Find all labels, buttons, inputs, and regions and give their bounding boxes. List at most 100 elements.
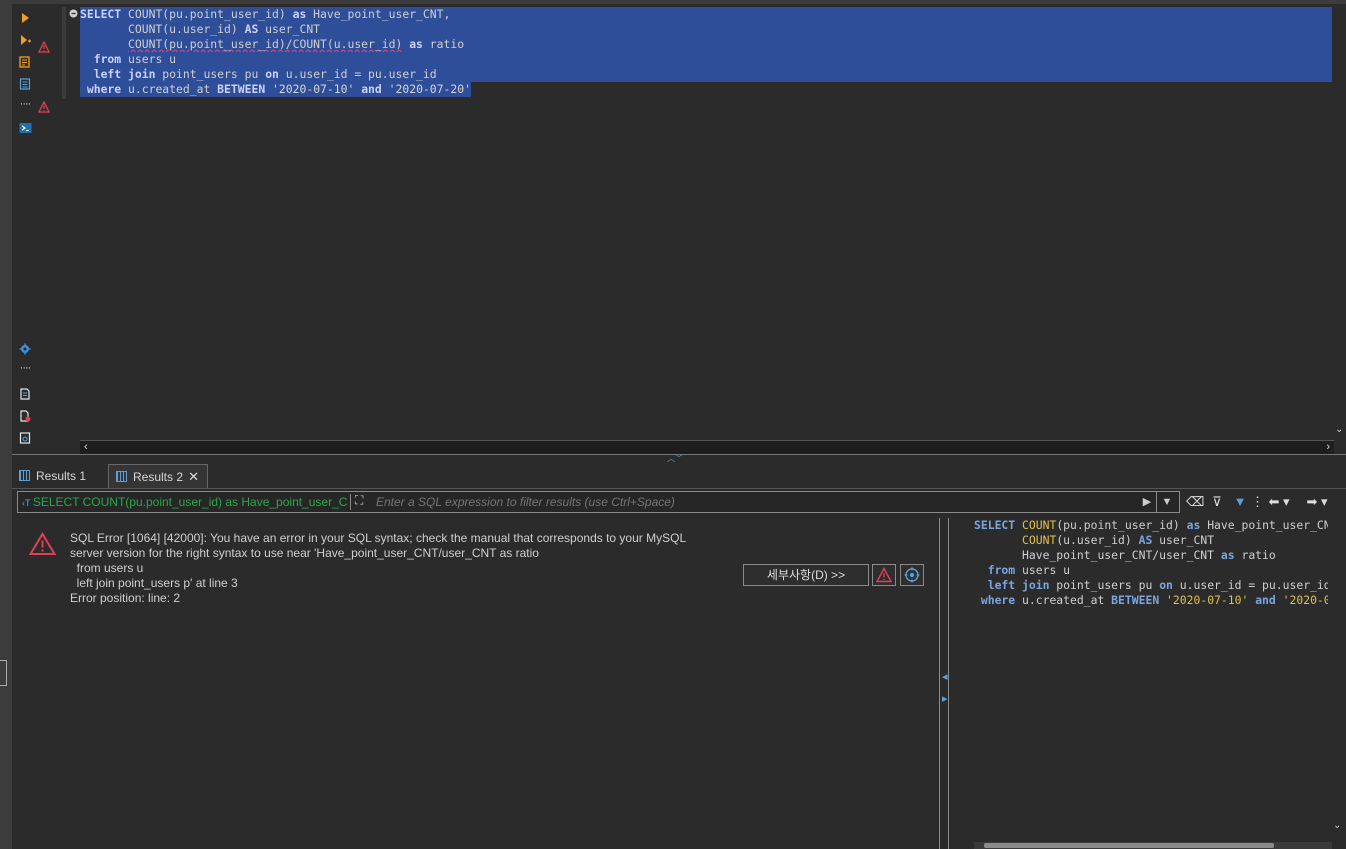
change-ruler [62, 7, 66, 99]
scroll-down-icon[interactable]: ⌄ [1333, 820, 1341, 831]
code-area[interactable]: SELECT COUNT(pu.point_user_id) as Have_p… [80, 7, 1334, 437]
results-panel: Results 1 Results 2 ✕ ‹T SELECT COUNT(pu… [12, 462, 1346, 849]
code-token: on [1159, 578, 1173, 592]
more-vertical-icon[interactable]: ⋮ [1251, 493, 1264, 511]
error-icon [29, 532, 56, 555]
code-line: SELECT COUNT(pu.point_user_id) as Have_p… [80, 7, 1332, 22]
code-line: left join point_users pu on u.user_id = … [974, 578, 1328, 593]
close-icon[interactable]: ✕ [188, 465, 199, 489]
code-line: COUNT(pu.point_user_id)/COUNT(u.user_id)… [80, 37, 1332, 52]
code-token: '2020-07-10' [1166, 593, 1249, 607]
error-panel: SQL Error [1064] [42000]: You have an er… [12, 518, 940, 849]
code-token: '2020-07-20' [388, 82, 471, 96]
code-token: '2020-07-10' [272, 82, 355, 96]
grid-icon [116, 471, 127, 482]
error-message-line: left join point_users p' at line 3 [70, 576, 238, 590]
forward-icon[interactable]: ➡ ▾ [1302, 493, 1332, 511]
code-token: ratio [422, 37, 465, 51]
settings-icon[interactable] [19, 343, 31, 355]
editor-vertical-scrollbar[interactable]: ⌄ [1334, 4, 1346, 442]
filter-query-text: SELECT COUNT(pu.point_user_id) as Have_p… [32, 495, 348, 509]
tab-label: Results 1 [36, 469, 87, 483]
filter-expand[interactable]: ⛶ [350, 493, 371, 510]
tab-results-1[interactable]: Results 1 [12, 464, 107, 488]
more-dots-icon[interactable]: ···· [17, 362, 33, 374]
run-script-icon[interactable] [19, 34, 31, 46]
code-token: where [86, 82, 122, 96]
collapse-right-icon[interactable]: ▸ [942, 692, 948, 706]
filter-clear-icon[interactable]: ⊽ [1208, 493, 1226, 511]
expand-icon[interactable]: ⛶ [355, 493, 363, 508]
sql-editor[interactable]: ···· ···· SELECT COUNT(pu.point_user_id)… [12, 0, 1346, 454]
sql-icon: ‹T [22, 498, 33, 508]
code-token: (pu.point_user_id) [1056, 518, 1187, 532]
error-message-line: server version for the right syntax to u… [70, 546, 539, 560]
code-token: COUNT [1022, 533, 1057, 547]
apply-filter-button[interactable]: ▶ [1140, 492, 1154, 512]
code-token: user_CNT [1152, 533, 1215, 547]
fold-toggle-icon[interactable] [69, 9, 78, 18]
code-token: users u [121, 52, 177, 66]
explain-icon[interactable] [19, 78, 31, 90]
code-token: as [1220, 548, 1235, 562]
back-icon[interactable]: ⬅ ▾ [1264, 493, 1294, 511]
error-message-line: SQL Error [1064] [42000]: You have an er… [70, 531, 687, 545]
eraser-icon[interactable]: ⌫ [1186, 493, 1204, 511]
export-icon[interactable] [19, 432, 31, 444]
collapse-left-icon[interactable]: ◂ [942, 670, 948, 684]
code-token: users u [1015, 563, 1071, 577]
scroll-right-icon[interactable]: › [1326, 441, 1330, 454]
code-token: u.user_id = pu.user_id [278, 67, 437, 81]
code-token: ratio [1234, 548, 1276, 562]
code-token: left join [987, 578, 1050, 592]
code-token: SELECT [80, 7, 122, 21]
results-divider[interactable]: ◂ ▸ [939, 518, 949, 849]
warning-icon [38, 41, 50, 53]
filter-bar: ‹T SELECT COUNT(pu.point_user_id) as Hav… [17, 491, 1180, 513]
code-token: AS [244, 22, 259, 36]
sql-preview-panel: SELECT COUNT(pu.point_user_id) as Have_p… [970, 518, 1328, 838]
execute-plan-icon[interactable] [19, 56, 31, 68]
code-line: SELECT COUNT(pu.point_user_id) as Have_p… [974, 518, 1328, 533]
code-token: COUNT(pu.point_user_id) [121, 7, 293, 21]
scroll-thumb[interactable] [984, 843, 1274, 848]
ai-assist-button[interactable] [900, 564, 924, 586]
code-token: from [987, 563, 1016, 577]
more-dots-icon[interactable]: ···· [17, 98, 33, 110]
details-button[interactable]: 세부사항(D) >> [743, 564, 869, 586]
run-statement-icon[interactable] [19, 12, 31, 24]
filter-query-history[interactable]: ‹T SELECT COUNT(pu.point_user_id) as Hav… [22, 492, 348, 512]
grid-icon [19, 470, 30, 481]
code-line: Have_point_user_CNT/user_CNT as ratio [974, 548, 1276, 563]
scroll-left-icon[interactable]: ‹ [84, 441, 88, 454]
code-line: COUNT(u.user_id) AS user_CNT [974, 533, 1214, 548]
panel-splitter[interactable]: ︿﹀ [12, 454, 1346, 463]
preview-horizontal-scrollbar[interactable] [974, 842, 1332, 849]
close-file-icon[interactable] [19, 410, 31, 422]
save-icon[interactable] [19, 388, 31, 400]
code-token: point_users pu [155, 67, 266, 81]
target-icon [904, 567, 920, 583]
editor-horizontal-scrollbar[interactable]: ‹ › [80, 440, 1334, 454]
tab-results-2[interactable]: Results 2 ✕ [108, 464, 208, 488]
code-token: left join [93, 67, 156, 81]
filter-settings-icon[interactable]: ▼ [1231, 493, 1249, 511]
preview-vertical-scrollbar[interactable]: ⌄ [1332, 518, 1346, 838]
code-token: as [292, 7, 307, 21]
warning-icon [38, 101, 50, 113]
left-window-strip [0, 0, 12, 849]
filter-history-dropdown[interactable]: ▼ [1156, 492, 1177, 512]
results-tabs: Results 1 Results 2 ✕ [12, 462, 1346, 489]
scroll-down-icon[interactable]: ⌄ [1335, 424, 1343, 435]
terminal-icon[interactable] [19, 122, 32, 134]
error-log-button[interactable] [872, 564, 896, 586]
code-token: u.created_at [121, 82, 218, 96]
error-position: Error position: line: 2 [70, 591, 181, 605]
filter-expression-input[interactable] [376, 492, 1136, 512]
code-token: u.user_id = pu.user_id [1172, 578, 1328, 592]
